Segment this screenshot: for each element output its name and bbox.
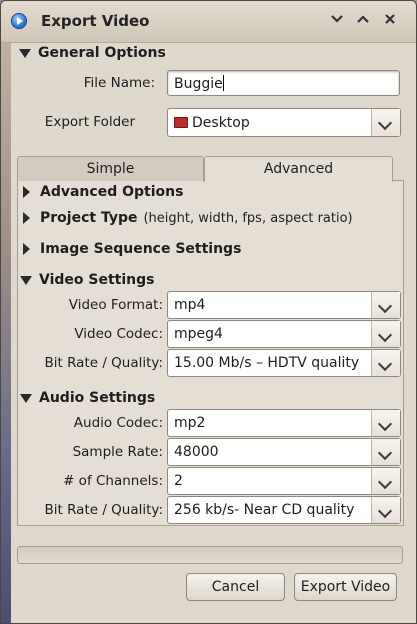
maximize-button[interactable] (354, 12, 372, 30)
audio-codec-select[interactable]: mp2 (167, 409, 401, 437)
video-format-value: mp4 (174, 297, 206, 313)
project-type-hint: (height, width, fps, aspect ratio) (143, 211, 353, 226)
file-name-value: Buggie (174, 76, 223, 92)
audio-codec-label: Audio Codec: (73, 415, 163, 431)
chevron-up-icon (357, 15, 369, 23)
title-bar[interactable]: Export Video (1, 1, 416, 43)
video-codec-value: mpeg4 (174, 326, 223, 342)
expander-down-icon (20, 275, 32, 285)
video-codec-select[interactable]: mpeg4 (167, 320, 401, 348)
file-name-label: File Name: (83, 75, 155, 91)
video-codec-label: Video Codec: (74, 326, 163, 342)
advanced-options-header[interactable]: Advanced Options (23, 184, 183, 200)
video-format-select[interactable]: mp4 (167, 291, 401, 319)
export-video-dialog: Export Video General Options File Name: … (0, 0, 417, 624)
chevron-down-icon[interactable] (371, 321, 400, 347)
project-type-title: Project Type (40, 210, 138, 226)
desktop-wallpaper-edge (1, 1, 11, 623)
audio-bitrate-value: 256 kb/s- Near CD quality (174, 502, 355, 518)
chevron-down-icon[interactable] (371, 497, 400, 523)
audio-settings-title: Audio Settings (39, 390, 156, 406)
chevron-down-icon[interactable] (371, 292, 400, 318)
play-circle-icon (11, 13, 27, 29)
expander-right-icon (23, 243, 30, 255)
expander-right-icon (23, 212, 30, 224)
window-title: Export Video (41, 12, 150, 30)
minimize-button[interactable] (328, 12, 346, 30)
file-name-input[interactable]: Buggie (167, 70, 400, 96)
general-options-title: General Options (38, 45, 166, 61)
sample-rate-label: Sample Rate: (72, 444, 163, 460)
chevron-down-icon[interactable] (371, 410, 400, 436)
chevron-down-icon[interactable] (371, 439, 400, 465)
expander-down-icon (19, 48, 31, 58)
chevron-down-icon[interactable] (371, 350, 400, 376)
channels-select[interactable]: 2 (167, 467, 401, 495)
sample-rate-value: 48000 (174, 444, 219, 460)
tab-advanced[interactable]: Advanced (204, 156, 393, 182)
image-sequence-title: Image Sequence Settings (40, 241, 242, 257)
folder-icon (174, 117, 188, 128)
export-video-button[interactable]: Export Video (294, 573, 397, 601)
advanced-options-title: Advanced Options (40, 184, 184, 200)
close-icon (385, 14, 395, 24)
export-folder-value: Desktop (192, 115, 250, 131)
export-folder-label: Export Folder (44, 114, 135, 130)
export-folder-select[interactable]: Desktop (167, 108, 401, 137)
audio-codec-value: mp2 (174, 415, 206, 431)
video-bitrate-label: Bit Rate / Quality: (44, 355, 164, 371)
video-bitrate-select[interactable]: 15.00 Mb/s – HDTV quality (167, 349, 401, 377)
cancel-button[interactable]: Cancel (186, 573, 285, 601)
video-bitrate-value: 15.00 Mb/s – HDTV quality (174, 355, 360, 371)
video-settings-title: Video Settings (39, 272, 155, 288)
expander-right-icon (23, 186, 30, 198)
audio-settings-header[interactable]: Audio Settings (20, 390, 155, 406)
project-type-header[interactable]: Project Type (height, width, fps, aspect … (23, 210, 353, 226)
chevron-down-icon[interactable] (371, 109, 400, 136)
chevron-down-icon (331, 15, 343, 23)
channels-label: # of Channels: (63, 473, 163, 489)
video-format-label: Video Format: (68, 297, 163, 313)
image-sequence-header[interactable]: Image Sequence Settings (23, 241, 241, 257)
close-button[interactable] (381, 12, 399, 30)
audio-bitrate-label: Bit Rate / Quality: (44, 502, 164, 518)
video-settings-header[interactable]: Video Settings (20, 272, 154, 288)
text-cursor (222, 75, 224, 91)
channels-value: 2 (174, 473, 183, 489)
audio-bitrate-select[interactable]: 256 kb/s- Near CD quality (167, 496, 401, 524)
export-progress-bar (17, 546, 403, 564)
general-options-header[interactable]: General Options (19, 45, 166, 61)
sample-rate-select[interactable]: 48000 (167, 438, 401, 466)
expander-down-icon (20, 393, 32, 403)
chevron-down-icon[interactable] (371, 468, 400, 494)
tab-simple[interactable]: Simple (17, 156, 204, 181)
